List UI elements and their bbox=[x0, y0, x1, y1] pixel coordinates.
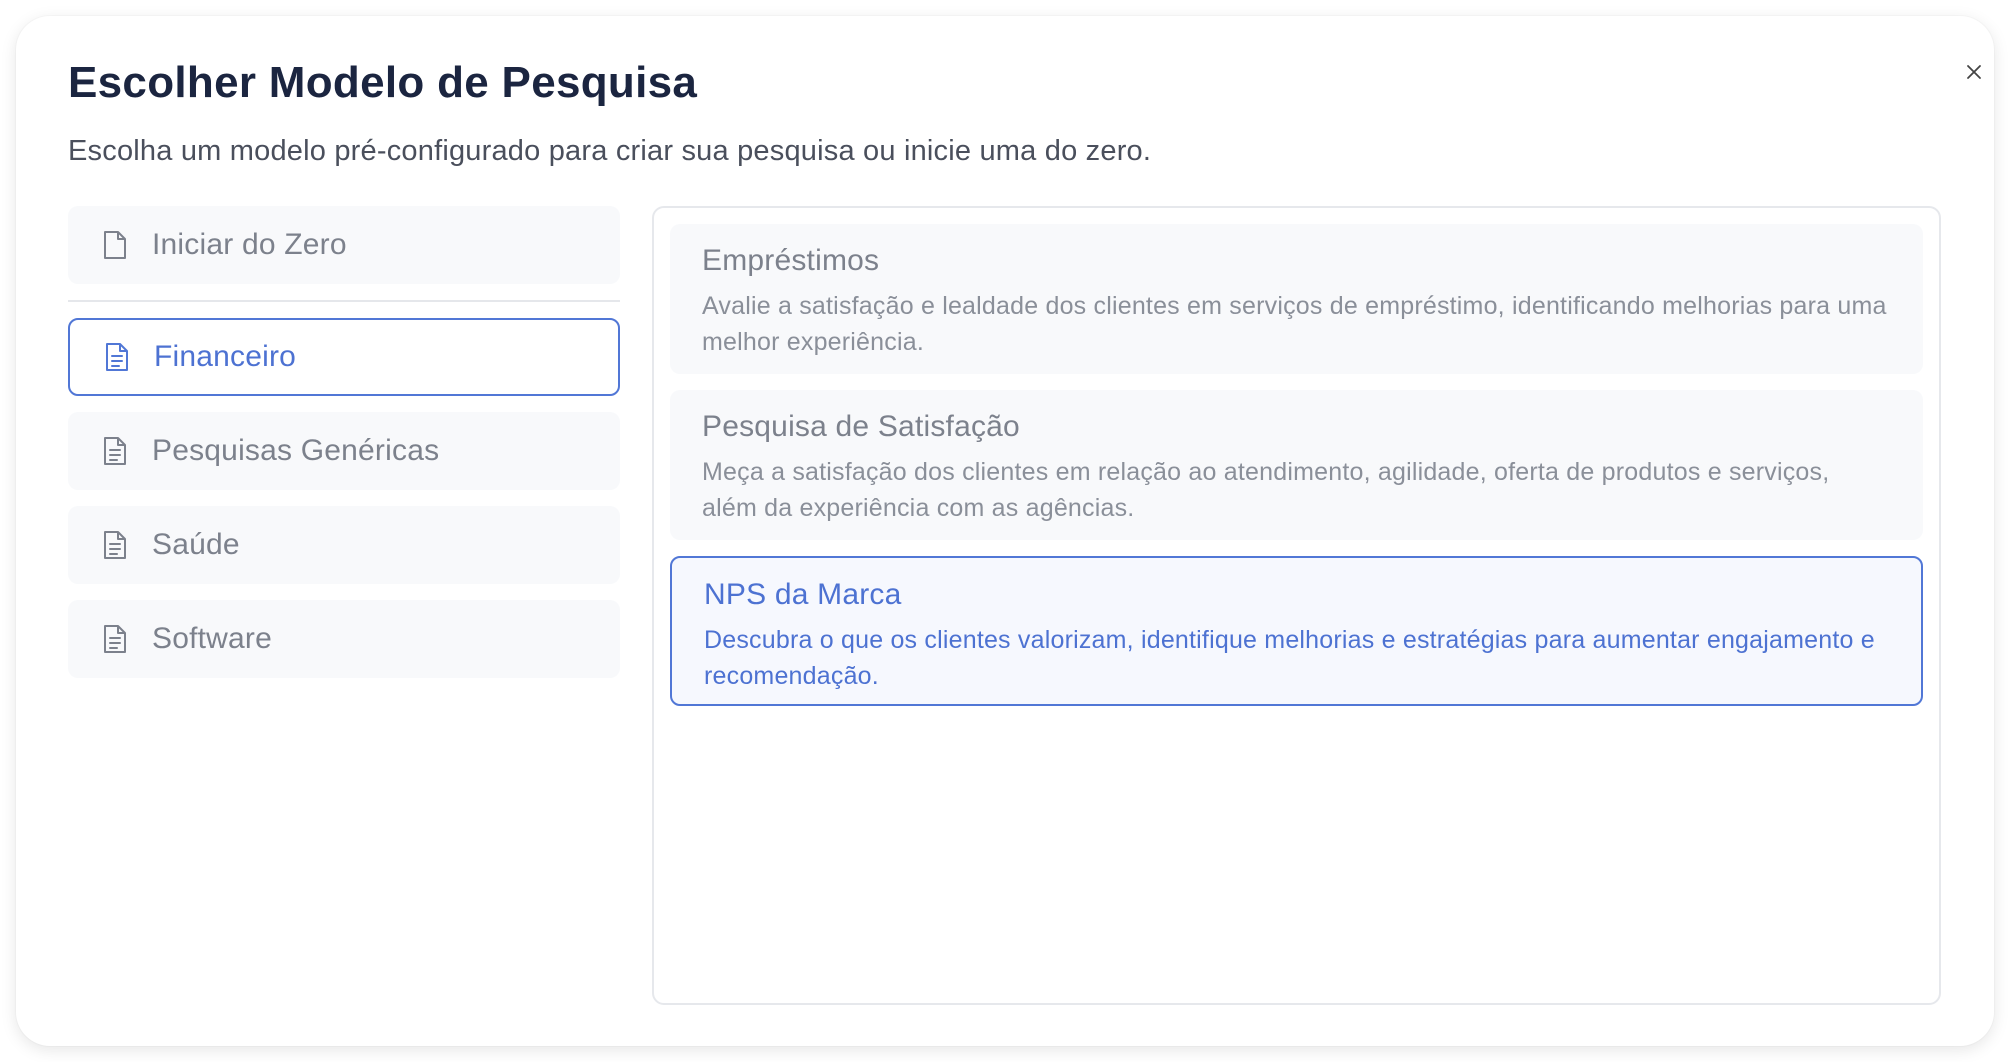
template-title: Pesquisa de Satisfação bbox=[702, 410, 1020, 443]
sidebar-item-label: Financeiro bbox=[154, 340, 297, 373]
sidebar-item-pesquisas-genericas[interactable]: Pesquisas Genéricas bbox=[68, 412, 620, 490]
close-button[interactable] bbox=[1956, 54, 1992, 90]
sidebar-item-label: Pesquisas Genéricas bbox=[152, 434, 440, 467]
modal-title: Escolher Modelo de Pesquisa bbox=[68, 58, 698, 107]
sidebar-item-financeiro[interactable]: Financeiro bbox=[68, 318, 620, 396]
sidebar-item-label: Saúde bbox=[152, 528, 240, 561]
sidebar-item-label: Software bbox=[152, 622, 272, 655]
template-card-pesquisa-satisfacao[interactable]: Pesquisa de Satisfação Meça a satisfação… bbox=[670, 390, 1923, 540]
blank-file-icon bbox=[102, 230, 128, 260]
template-description: Descubra o que os clientes valorizam, id… bbox=[704, 626, 1875, 690]
document-icon bbox=[102, 624, 128, 654]
close-icon bbox=[1967, 65, 1981, 79]
document-icon bbox=[104, 342, 130, 372]
sidebar-divider bbox=[68, 300, 620, 302]
start-from-scratch-label: Iniciar do Zero bbox=[152, 228, 347, 261]
template-title: NPS da Marca bbox=[704, 578, 902, 611]
document-icon bbox=[102, 530, 128, 560]
template-card-nps-marca[interactable]: NPS da Marca Descubra o que os clientes … bbox=[670, 556, 1923, 706]
template-description: Avalie a satisfação e lealdade dos clien… bbox=[702, 292, 1887, 356]
template-card-emprestimos[interactable]: Empréstimos Avalie a satisfação e lealda… bbox=[670, 224, 1923, 374]
template-modal: Escolher Modelo de Pesquisa Escolha um m… bbox=[16, 16, 1994, 1046]
templates-panel: Empréstimos Avalie a satisfação e lealda… bbox=[652, 206, 1941, 1005]
modal-subtitle: Escolha um modelo pré-configurado para c… bbox=[68, 135, 1152, 167]
sidebar-item-software[interactable]: Software bbox=[68, 600, 620, 678]
document-icon bbox=[102, 436, 128, 466]
template-description: Meça a satisfação dos clientes em relaçã… bbox=[702, 458, 1830, 522]
start-from-scratch-button[interactable]: Iniciar do Zero bbox=[68, 206, 620, 284]
template-title: Empréstimos bbox=[702, 244, 880, 277]
sidebar-item-saude[interactable]: Saúde bbox=[68, 506, 620, 584]
